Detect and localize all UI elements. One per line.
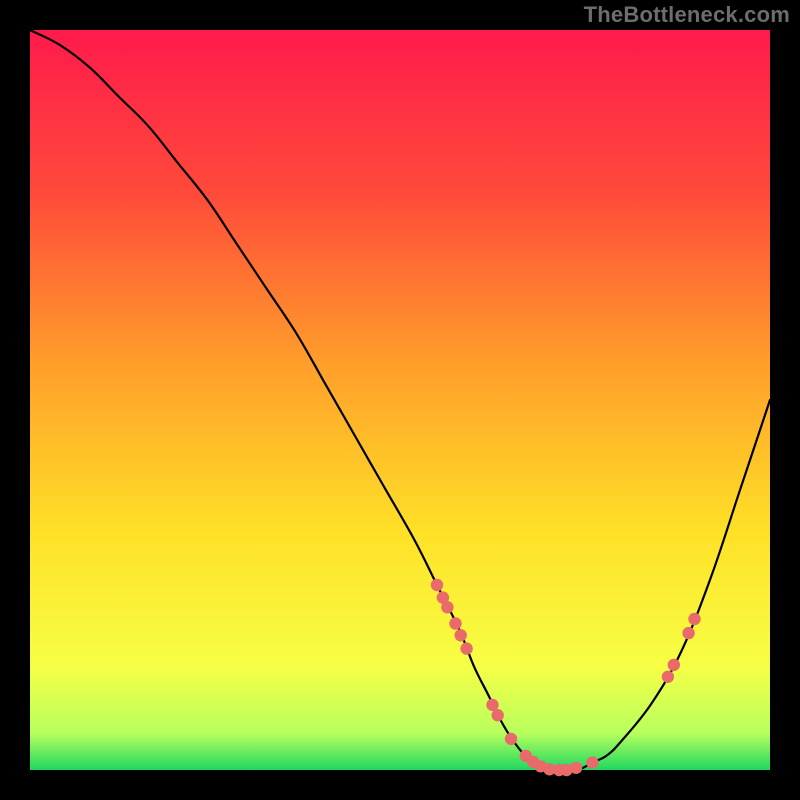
data-point [441,601,453,613]
watermark-label: TheBottleneck.com [584,2,790,28]
chart-background [30,30,770,770]
data-point [688,613,700,625]
data-point [492,709,504,721]
data-point [586,756,598,768]
data-point [662,671,674,683]
data-point [455,629,467,641]
data-point [570,762,582,774]
bottleneck-chart [0,0,800,800]
data-point [505,733,517,745]
data-point [668,659,680,671]
chart-root: TheBottleneck.com [0,0,800,800]
data-point [431,579,443,591]
data-point [449,617,461,629]
data-point [682,627,694,639]
data-point [460,642,472,654]
